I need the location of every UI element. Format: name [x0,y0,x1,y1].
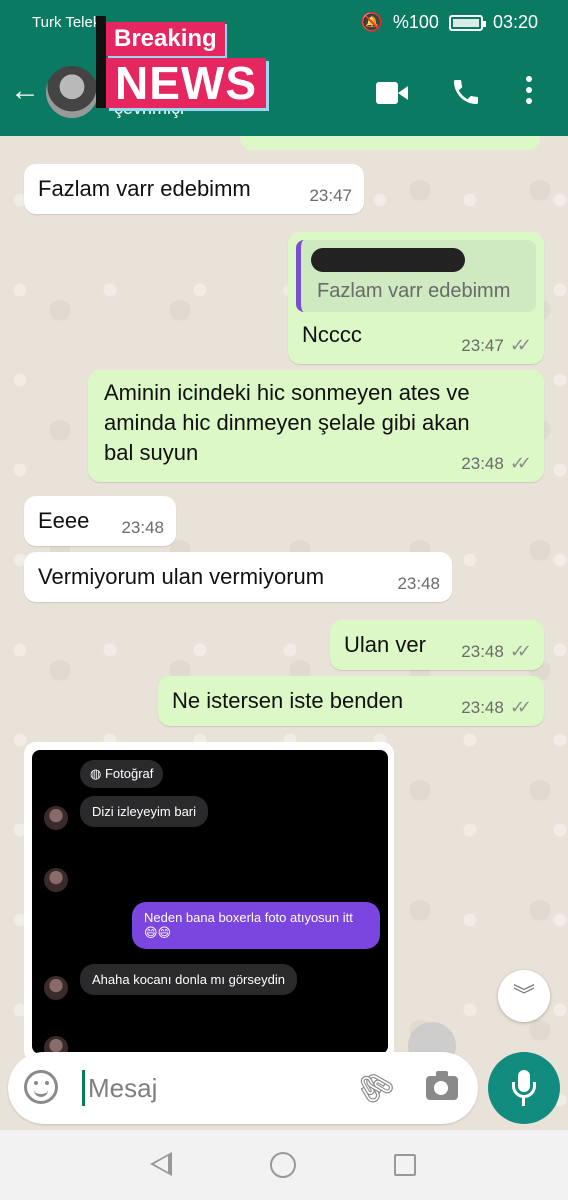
mini-message-outgoing: Neden bana boxerla foto atıyosun itt 😄😄 [132,902,380,949]
message-bubble-incoming[interactable]: Vermiyorum ulan vermiyorum 23:48 [24,552,452,602]
read-ticks-icon: ✓✓ [509,697,532,717]
mini-avatar [44,806,68,830]
mini-emoji: 😏 [82,1013,116,1049]
redacted-name [311,248,465,272]
message-text: Vermiyorum ulan vermiyorum [38,564,325,589]
nav-back-icon[interactable] [150,1152,172,1176]
voice-message-button[interactable] [488,1052,560,1124]
message-bubble-outgoing[interactable]: Ne istersen iste benden 23:48 ✓✓ [158,676,544,726]
overlay-bar [96,16,106,108]
status-bar: Turk Telek 🔕 %100 03:20 [0,8,568,38]
nav-recents-icon[interactable] [394,1154,416,1176]
message-time: 23:48 [397,574,440,593]
clock: 03:20 [492,12,538,32]
mini-emoji: 😂 [82,847,120,883]
message-text: Ulan ver [344,632,426,657]
mini-message: Ahaha kocanı donla mı görseydin [80,964,297,995]
photo-label: ◍ Fotoğraf [80,760,164,788]
system-navigation-bar [0,1130,568,1200]
read-ticks-icon: ✓✓ [509,453,532,473]
message-input[interactable] [88,1068,338,1108]
overlay-news-text: NEWS [106,58,266,108]
partial-message-bubble [240,136,540,150]
message-bubble-incoming[interactable]: Fazlam varr edebimm 23:47 [24,164,364,214]
quoted-message[interactable]: Fazlam varr edebimm [296,240,536,312]
text-caret [82,1070,85,1106]
message-time: 23:47 [309,186,352,205]
message-meta: 23:48 ✓✓ [461,697,532,718]
overlay-breaking-text: Breaking [106,22,225,56]
battery-percent: %100 [392,12,439,32]
message-time: 23:48 [461,453,504,473]
breaking-news-overlay: Breaking NEWS [96,16,276,108]
message-bubble-outgoing[interactable]: Ulan ver 23:48 ✓✓ [330,620,544,670]
contact-avatar[interactable] [44,64,100,120]
more-options-icon[interactable] [524,76,534,106]
image-message-bubble[interactable]: ◍ Fotoğraf Dizi izleyeyim bari 😂 Neden b… [24,742,394,1062]
message-time: 23:48 [461,697,504,717]
read-ticks-icon: ✓✓ [509,641,532,661]
message-composer: 🖇 [8,1052,478,1124]
carrier-label: Turk Telek [32,14,101,31]
attach-icon[interactable]: 🖇 [349,1062,401,1114]
message-time: 23:48 [461,641,504,661]
video-call-icon[interactable] [376,82,408,104]
read-ticks-icon: ✓✓ [509,335,532,355]
mini-message: Dizi izleyeyim bari [80,796,209,827]
phone-call-icon[interactable] [450,76,482,108]
emoji-icon[interactable] [24,1070,58,1104]
message-bubble-incoming[interactable]: Eeee 23:48 [24,496,176,546]
message-text: Eeee [38,508,90,533]
message-time: 23:47 [461,335,504,355]
shared-screenshot-image[interactable]: ◍ Fotoğraf Dizi izleyeyim bari 😂 Neden b… [32,750,388,1054]
message-text: Ncccc [302,322,362,347]
quoted-text: Fazlam varr edebimm [317,280,511,302]
message-meta: 23:48 ✓✓ [461,453,532,474]
message-time: 23:48 [121,518,164,537]
photo-label-text: Fotoğraf [104,766,154,781]
message-text: Fazlam varr edebimm [38,176,251,201]
nav-home-icon[interactable] [270,1152,296,1178]
mini-avatar [44,976,68,1000]
mini-avatar [44,868,68,892]
status-right: 🔕 %100 03:20 [360,12,538,33]
camera-icon[interactable] [426,1071,458,1100]
message-text: Aminin icindeki hic sonmeyen ates ve ami… [104,380,470,465]
message-meta: 23:47 ✓✓ [461,335,532,356]
message-bubble-outgoing[interactable]: Aminin icindeki hic sonmeyen ates ve ami… [88,370,544,482]
message-text: Ne istersen iste benden [172,688,404,713]
message-meta: 23:48 ✓✓ [461,641,532,662]
back-arrow-icon[interactable]: ← [10,76,40,106]
chat-header: Turk Telek 🔕 %100 03:20 ← çevrimiçi Brea… [0,0,568,136]
scroll-down-icon[interactable]: ︾ [498,970,550,1022]
message-bubble-outgoing[interactable]: Fazlam varr edebimm Ncccc 23:47 ✓✓ [288,232,544,364]
bell-muted-icon: 🔕 [360,12,383,32]
battery-icon [448,14,486,31]
